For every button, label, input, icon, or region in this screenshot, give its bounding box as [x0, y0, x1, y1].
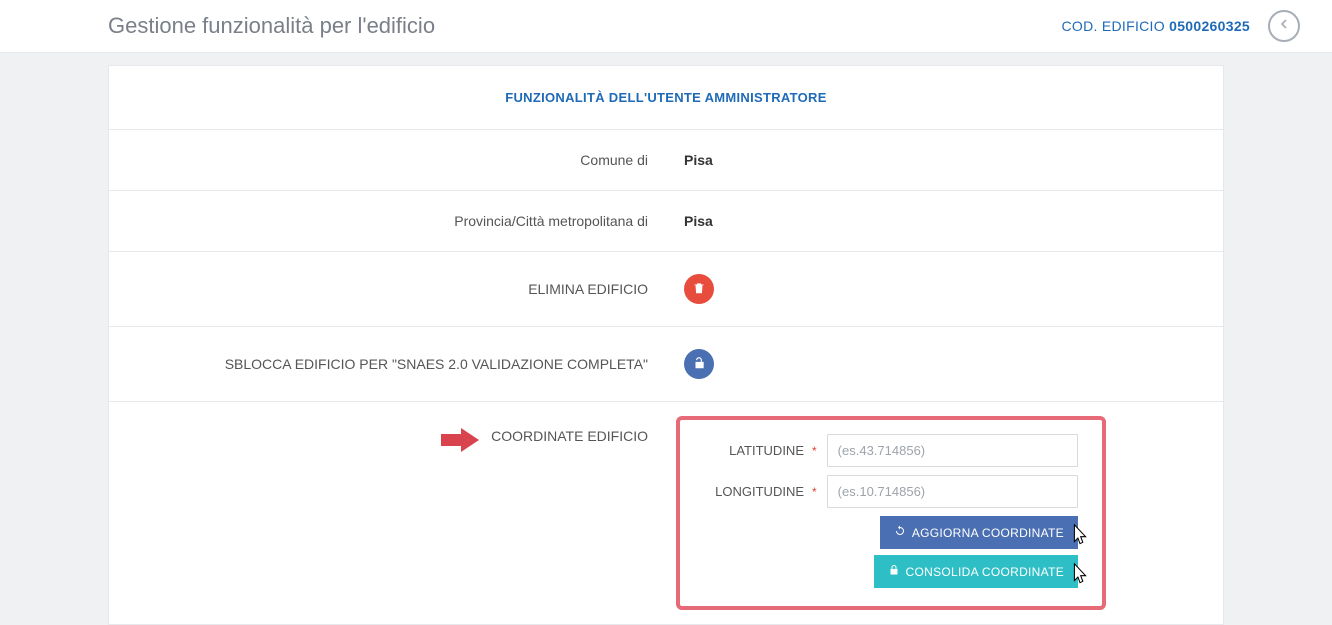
provincia-value-text: Pisa: [684, 213, 713, 229]
row-sblocca: SBLOCCA EDIFICIO PER "SNAES 2.0 VALIDAZI…: [109, 327, 1223, 402]
comune-value-text: Pisa: [684, 152, 713, 168]
unlock-icon: [692, 356, 706, 373]
cursor-icon: [1068, 522, 1092, 550]
arrow-right-icon: [441, 428, 481, 452]
building-code-value: 0500260325: [1169, 18, 1250, 34]
building-code-label: COD. EDIFICIO: [1061, 18, 1169, 34]
cursor-icon: [1068, 561, 1092, 589]
main-panel: FUNZIONALITÀ DELL'UTENTE AMMINISTRATORE …: [108, 65, 1224, 625]
lat-label: LATITUDINE: [692, 443, 812, 458]
sblocca-label: SBLOCCA EDIFICIO PER "SNAES 2.0 VALIDAZI…: [109, 327, 666, 401]
row-elimina: ELIMINA EDIFICIO: [109, 252, 1223, 327]
lock-icon: [888, 564, 900, 579]
sblocca-value: [666, 327, 1223, 401]
elimina-label: ELIMINA EDIFICIO: [109, 252, 666, 326]
row-provincia: Provincia/Città metropolitana di Pisa: [109, 191, 1223, 252]
arrow-left-icon: [1276, 16, 1292, 37]
row-coordinate: COORDINATE EDIFICIO LATITUDINE * LONGITU…: [109, 402, 1223, 624]
lat-line: LATITUDINE *: [692, 434, 1078, 467]
provincia-value: Pisa: [666, 191, 1223, 251]
refresh-icon: [894, 525, 906, 540]
latitude-input[interactable]: [827, 434, 1078, 467]
row-comune: Comune di Pisa: [109, 130, 1223, 191]
provincia-label: Provincia/Città metropolitana di: [109, 191, 666, 251]
lon-line: LONGITUDINE *: [692, 475, 1078, 508]
consolidate-coordinates-button[interactable]: CONSOLIDA COORDINATE: [874, 555, 1078, 588]
lon-label: LONGITUDINE: [692, 484, 812, 499]
longitude-input[interactable]: [827, 475, 1078, 508]
delete-building-button[interactable]: [684, 274, 714, 304]
elimina-value: [666, 252, 1223, 326]
back-button[interactable]: [1268, 10, 1300, 42]
required-mark: *: [812, 444, 827, 458]
coordinate-buttons: AGGIORNA COORDINATE CONSOLIDA COORDINATE: [692, 516, 1078, 588]
trash-icon: [692, 281, 706, 298]
unlock-building-button[interactable]: [684, 349, 714, 379]
coordinate-value-cell: LATITUDINE * LONGITUDINE * AGGIORNA COOR…: [666, 402, 1223, 624]
coordinate-label: COORDINATE EDIFICIO: [491, 428, 648, 444]
consolidate-coordinates-label: CONSOLIDA COORDINATE: [906, 565, 1064, 579]
panel-heading: FUNZIONALITÀ DELL'UTENTE AMMINISTRATORE: [109, 66, 1223, 130]
coordinate-label-cell: COORDINATE EDIFICIO: [109, 402, 666, 624]
header-right: COD. EDIFICIO 0500260325: [1061, 10, 1300, 42]
update-coordinates-label: AGGIORNA COORDINATE: [912, 526, 1064, 540]
page-title: Gestione funzionalità per l'edificio: [108, 13, 435, 39]
building-code: COD. EDIFICIO 0500260325: [1061, 18, 1250, 34]
coordinate-form-highlight: LATITUDINE * LONGITUDINE * AGGIORNA COOR…: [676, 416, 1106, 610]
required-mark: *: [812, 485, 827, 499]
update-coordinates-button[interactable]: AGGIORNA COORDINATE: [880, 516, 1078, 549]
comune-value: Pisa: [666, 130, 1223, 190]
page-header: Gestione funzionalità per l'edificio COD…: [0, 0, 1332, 53]
comune-label: Comune di: [109, 130, 666, 190]
